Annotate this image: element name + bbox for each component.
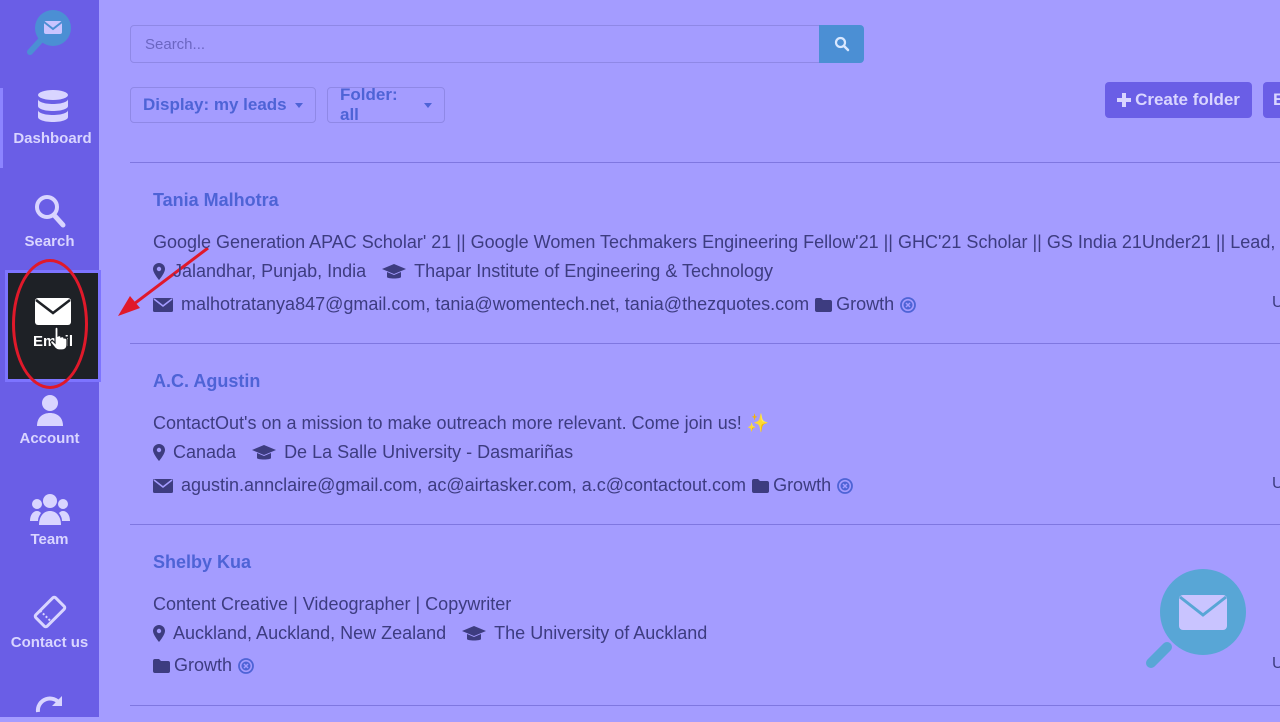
caret-down-icon xyxy=(424,102,432,108)
lead-folder-tag: Growth xyxy=(153,655,254,676)
lead-name[interactable]: Tania Malhotra xyxy=(153,190,279,211)
search-icon xyxy=(834,36,849,52)
lead-folder-label: Growth xyxy=(174,655,233,675)
database-icon xyxy=(37,90,68,122)
folder-icon xyxy=(815,297,833,312)
lead-trailing-text: U xyxy=(1272,475,1280,492)
search-button[interactable] xyxy=(819,25,864,63)
envelope-icon xyxy=(153,297,173,312)
graduation-cap-icon xyxy=(462,625,487,642)
search-input[interactable] xyxy=(131,26,819,62)
search-icon xyxy=(34,195,65,228)
export-button[interactable]: E xyxy=(1263,82,1280,118)
lead-headline: ContactOut's on a mission to make outrea… xyxy=(153,413,770,433)
sidebar-item-label: Account xyxy=(19,430,80,447)
lead-meta: Auckland, Auckland, New Zealand The Univ… xyxy=(153,623,707,644)
sidebar-item-team[interactable]: Team xyxy=(0,493,99,573)
export-label: E xyxy=(1273,90,1280,109)
lead-name[interactable]: Shelby Kua xyxy=(153,552,251,573)
lead-folder-label: Growth xyxy=(836,294,895,314)
users-icon xyxy=(29,494,70,525)
caret-down-icon xyxy=(294,102,303,108)
lead-emails: agustin.annclaire@gmail.com, ac@airtaske… xyxy=(181,475,747,495)
lead-school: De La Salle University - Dasmariñas xyxy=(284,442,574,462)
search-field[interactable] xyxy=(130,25,820,63)
envelope-icon xyxy=(153,478,173,493)
lead-contact: agustin.annclaire@gmail.com, ac@airtaske… xyxy=(153,475,853,496)
ticket-icon xyxy=(33,595,66,629)
envelope-icon xyxy=(35,298,71,325)
lead-school: Thapar Institute of Engineering & Techno… xyxy=(414,261,774,281)
refresh-icon[interactable] xyxy=(33,692,67,722)
divider xyxy=(130,343,1280,344)
lead-name[interactable]: A.C. Agustin xyxy=(153,371,260,392)
remove-folder-icon[interactable] xyxy=(837,477,853,494)
sidebar-item-contact-us[interactable]: Contact us xyxy=(0,594,99,674)
sidebar-item-search[interactable]: Search xyxy=(0,193,99,273)
lead-location: Canada xyxy=(173,442,237,462)
sidebar-item-label: Team xyxy=(30,531,69,548)
lead-trailing-text: U xyxy=(1272,655,1280,672)
hand-cursor-icon xyxy=(50,326,68,351)
lead-location: Auckland, Auckland, New Zealand xyxy=(173,623,447,643)
sidebar-item-label: Contact us xyxy=(10,634,89,651)
sidebar-item-label: Search xyxy=(24,233,75,250)
divider xyxy=(130,162,1280,163)
lead-meta: Canada De La Salle University - Dasmariñ… xyxy=(153,442,573,463)
sidebar-item-label: Dashboard xyxy=(13,130,92,147)
sidebar-item-email[interactable]: Email xyxy=(5,270,101,382)
create-folder-label: Create folder xyxy=(1135,90,1240,109)
divider xyxy=(130,524,1280,525)
lead-contact: Growth xyxy=(153,655,254,676)
remove-folder-icon[interactable] xyxy=(900,296,917,313)
lead-headline: Google Generation APAC Scholar' 21 || Go… xyxy=(153,232,1280,252)
lead-emails: malhotratanya847@gmail.com, tania@woment… xyxy=(181,294,810,314)
sidebar: Dashboard Search Email Account xyxy=(0,0,102,717)
lead-headline: Content Creative | Videographer | Copywr… xyxy=(153,594,512,614)
lead-folder-tag: Growth xyxy=(752,475,853,496)
folder-icon xyxy=(752,478,770,493)
floating-email-widget-icon[interactable] xyxy=(1143,567,1247,671)
lead-trailing-text: U xyxy=(1272,294,1280,311)
plus-icon xyxy=(1117,93,1132,107)
display-dropdown[interactable]: Display: my leads xyxy=(130,87,316,123)
app-logo-icon xyxy=(27,10,71,55)
lead-school: The University of Auckland xyxy=(494,623,708,643)
graduation-cap-icon xyxy=(252,444,277,461)
lead-location: Jalandhar, Punjab, India xyxy=(173,261,367,281)
sidebar-item-account[interactable]: Account xyxy=(0,394,99,474)
lead-contact: malhotratanya847@gmail.com, tania@woment… xyxy=(153,294,917,315)
lead-folder-label: Growth xyxy=(773,475,832,495)
divider xyxy=(130,705,1280,706)
map-marker-icon xyxy=(153,263,165,280)
lead-folder-tag: Growth xyxy=(815,294,917,315)
graduation-cap-icon xyxy=(382,263,407,280)
user-icon xyxy=(36,395,63,426)
sidebar-item-dashboard[interactable]: Dashboard xyxy=(0,88,102,168)
folder-dropdown[interactable]: Folder: all xyxy=(327,85,445,124)
map-marker-icon xyxy=(153,444,165,461)
folder-icon xyxy=(153,658,170,673)
remove-folder-icon[interactable] xyxy=(238,657,254,674)
lead-meta: Jalandhar, Punjab, India Thapar Institut… xyxy=(153,261,773,282)
folder-dropdown-label: Folder: all xyxy=(340,85,398,124)
display-dropdown-label: Display: my leads xyxy=(143,95,287,114)
map-marker-icon xyxy=(153,625,165,642)
create-folder-button[interactable]: Create folder xyxy=(1105,82,1252,118)
